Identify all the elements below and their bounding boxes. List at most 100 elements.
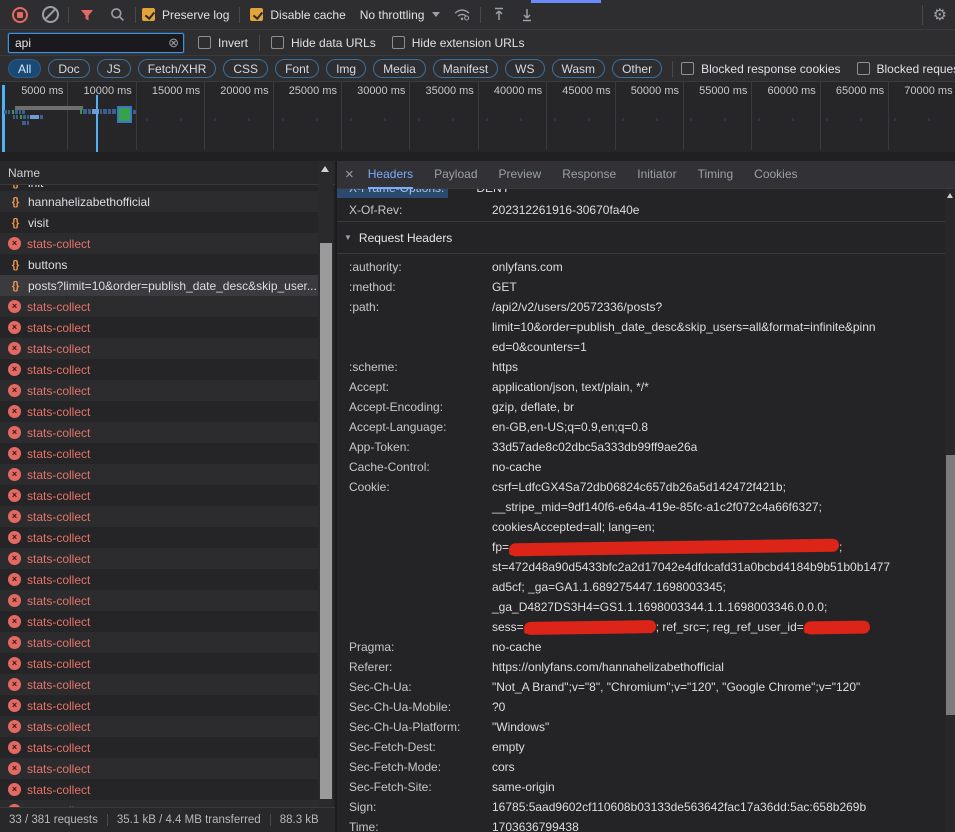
record-button[interactable] [8,3,32,27]
request-row[interactable]: ×stats-collect [0,695,318,716]
request-row[interactable]: ×stats-collect [0,233,318,254]
import-har-button[interactable] [487,3,511,27]
request-row[interactable]: ×stats-collect [0,548,318,569]
request-row[interactable]: ×stats-collect [0,317,318,338]
hide-data-urls-checkbox[interactable] [271,36,284,49]
requests-count: 33 / 381 requests [0,814,107,826]
json-file-icon: {} [8,259,22,271]
scrollbar-thumb[interactable] [946,455,955,715]
filter-pill-doc[interactable]: Doc [48,59,89,78]
request-headers-list: :authority:onlyfans.com:method:GET:path:… [337,254,945,832]
error-icon: × [8,489,21,502]
request-row[interactable]: ×stats-collect [0,632,318,653]
blocked-requests-checkbox[interactable] [857,62,870,75]
invert-checkbox[interactable] [198,36,211,49]
request-row[interactable]: ×stats-collect [0,590,318,611]
header-value: 1703636799438 [492,817,945,832]
request-row[interactable]: ×stats-collect [0,464,318,485]
tab-response[interactable]: Response [562,161,616,189]
preserve-log-checkbox[interactable] [142,8,155,21]
tab-initiator[interactable]: Initiator [637,161,676,189]
request-row[interactable]: ×stats-collect [0,779,318,800]
network-overview-timeline[interactable]: 5000 ms10000 ms15000 ms20000 ms25000 ms3… [0,82,955,163]
search-button[interactable] [105,3,129,27]
filter-pill-all[interactable]: All [8,59,41,78]
hide-extension-urls-checkbox[interactable] [392,36,405,49]
timeline-gridline: 70000 ms [0,82,955,150]
request-row[interactable]: ×stats-collect [0,338,318,359]
header-value: en-GB,en-US;q=0.9,en;q=0.8 [492,417,945,437]
clear-button[interactable] [38,3,62,27]
request-row[interactable]: ×stats-collect [0,506,318,527]
error-icon: × [8,636,21,649]
redaction-scribble [804,621,870,635]
waterfall-bar [92,109,99,114]
header-value: "Not_A Brand";v="8", "Chromium";v="120",… [492,677,945,697]
tab-payload[interactable]: Payload [434,161,477,189]
filter-pill-wasm[interactable]: Wasm [552,59,606,78]
request-row[interactable]: ×stats-collect [0,380,318,401]
filter-row: ⊗ Invert Hide data URLs Hide extension U… [0,30,955,56]
name-column-header[interactable]: Name [0,161,335,185]
filter-pill-js[interactable]: JS [97,59,131,78]
network-conditions-button[interactable] [450,3,474,27]
tab-cookies[interactable]: Cookies [754,161,797,189]
filter-pill-img[interactable]: Img [326,59,366,78]
detail-scrollbar[interactable] [945,189,955,832]
request-name: stats-collect [27,384,90,398]
filter-pill-ws[interactable]: WS [505,59,544,78]
close-icon[interactable]: × [345,166,354,183]
disable-cache-checkbox[interactable] [250,8,263,21]
header-row: Time:1703636799438 [337,817,945,832]
request-row[interactable]: ×stats-collect [0,611,318,632]
scroll-up-icon[interactable] [321,166,329,172]
filter-pill-manifest[interactable]: Manifest [433,59,498,78]
filter-pill-font[interactable]: Font [275,59,319,78]
clear-search-icon[interactable]: ⊗ [168,35,179,51]
request-row[interactable]: ×stats-collect [0,569,318,590]
request-row[interactable]: ×stats-collect [0,401,318,422]
blocked-response-cookies-checkbox[interactable] [681,62,694,75]
filter-toggle-button[interactable] [75,3,99,27]
request-list-scrollbar[interactable] [318,161,333,807]
filter-pill-css[interactable]: CSS [223,59,268,78]
header-row: :path:/api2/v2/users/20572336/posts?limi… [337,297,945,357]
request-row[interactable]: {}posts?limit=10&order=publish_date_desc… [0,275,318,296]
request-row[interactable]: ×stats-collect [0,527,318,548]
collapse-triangle-icon[interactable]: ▼ [344,233,352,242]
throttling-select[interactable]: No throttling [360,8,425,22]
export-har-button[interactable] [515,3,539,27]
settings-gear-icon[interactable]: ⚙ [922,5,947,25]
request-row[interactable]: ×stats-collect [0,674,318,695]
request-row[interactable]: ×stats-collect [0,737,318,758]
filter-pill-media[interactable]: Media [373,59,426,78]
request-row[interactable]: ×stats-collect [0,422,318,443]
filter-input[interactable] [8,33,184,53]
error-icon: × [8,237,21,250]
waterfall-speck [622,118,624,121]
request-row[interactable]: ×stats-collect [0,800,318,807]
request-row[interactable]: ×stats-collect [0,359,318,380]
request-row[interactable]: {}buttons [0,254,318,275]
tab-timing[interactable]: Timing [698,161,734,189]
request-row[interactable]: ×stats-collect [0,653,318,674]
scrollbar-thumb[interactable] [320,243,332,799]
request-row[interactable]: ×stats-collect [0,296,318,317]
filter-pill-fetch-xhr[interactable]: Fetch/XHR [138,59,217,78]
filter-pill-other[interactable]: Other [612,59,662,78]
request-row[interactable]: {}hannahelizabethofficial [0,191,318,212]
scroll-up-icon[interactable] [947,193,953,198]
tab-preview[interactable]: Preview [499,161,542,189]
hide-data-urls-label: Hide data URLs [291,36,376,50]
request-row[interactable]: {}visit [0,212,318,233]
request-row[interactable]: ×stats-collect [0,758,318,779]
waterfall-bar [30,115,39,119]
request-row[interactable]: ×stats-collect [0,485,318,506]
request-row[interactable]: ×stats-collect [0,716,318,737]
waterfall-bar [13,115,15,119]
request-name: stats-collect [27,363,90,377]
request-row[interactable]: ×stats-collect [0,443,318,464]
error-icon: × [8,300,21,313]
request-headers-section[interactable]: ▼ Request Headers [337,221,945,254]
tab-headers[interactable]: Headers [368,161,413,189]
